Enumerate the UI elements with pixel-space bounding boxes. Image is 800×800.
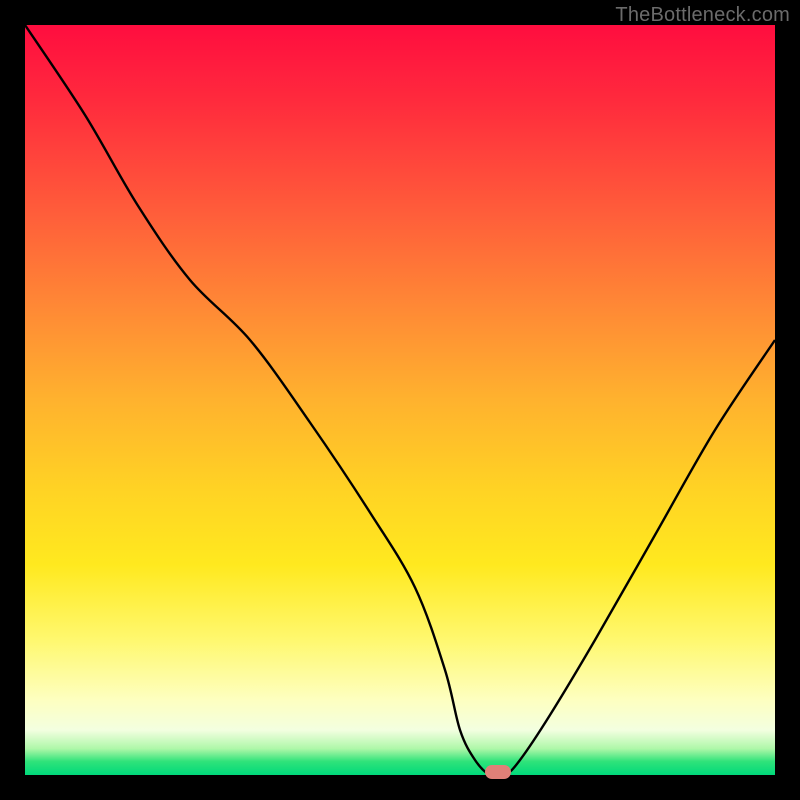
chart-frame: TheBottleneck.com <box>0 0 800 800</box>
curve-path <box>25 25 775 775</box>
min-marker <box>485 765 511 779</box>
bottleneck-curve <box>25 25 775 775</box>
watermark-text: TheBottleneck.com <box>615 4 790 27</box>
chart-plot-area <box>25 25 775 775</box>
